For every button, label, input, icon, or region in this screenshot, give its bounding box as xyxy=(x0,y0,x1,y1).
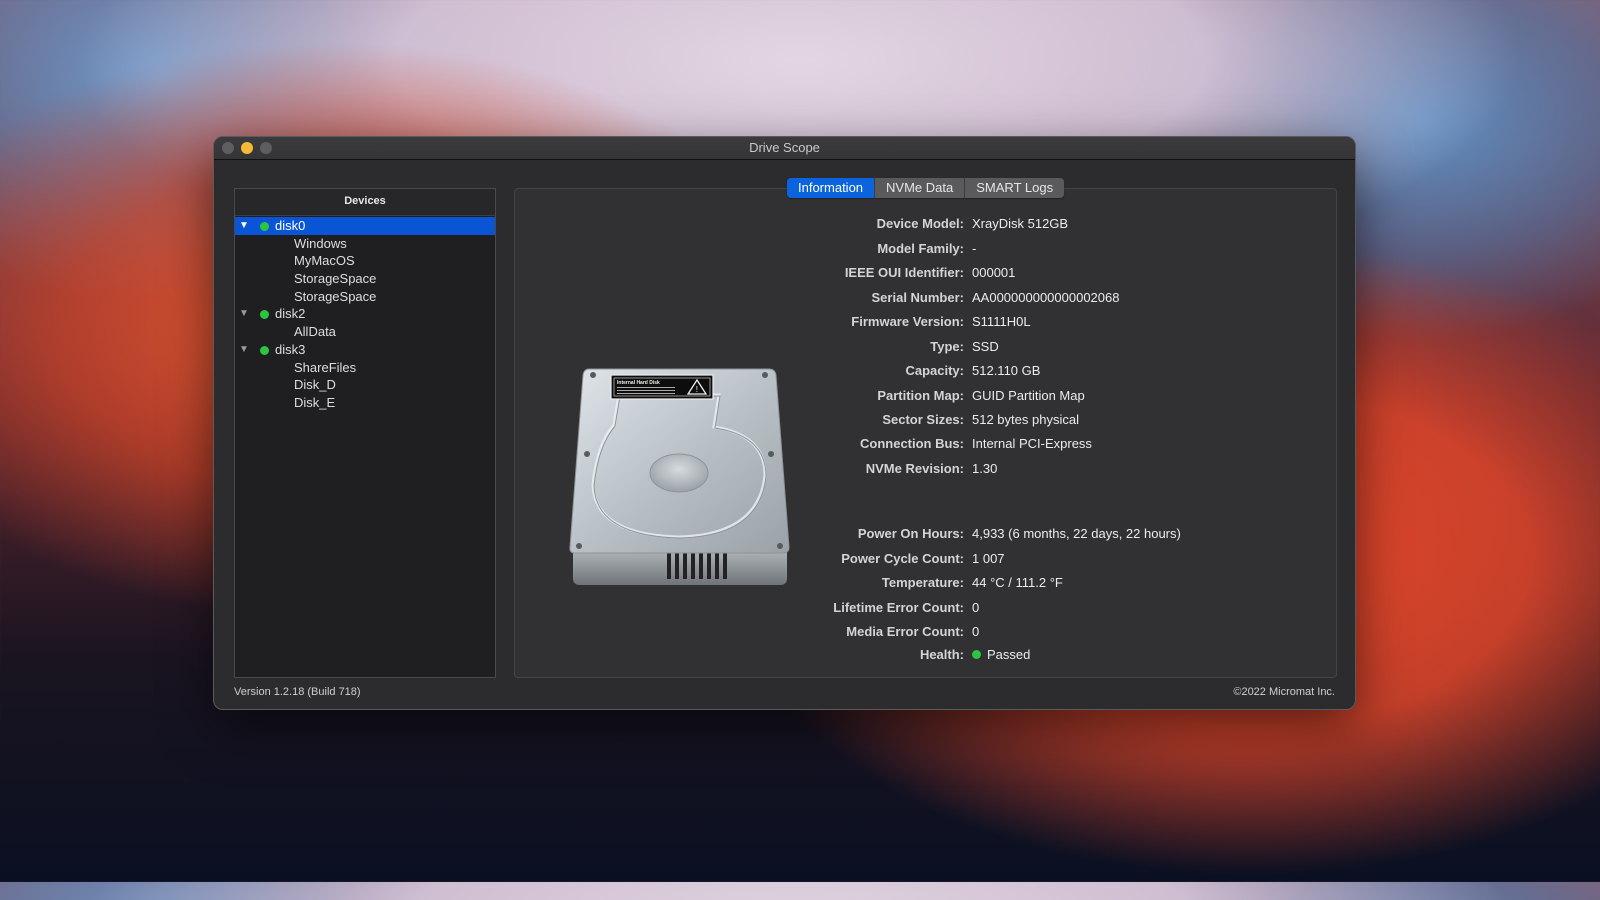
status-dot-icon xyxy=(260,222,269,231)
status-dot-icon xyxy=(260,345,269,355)
window-controls xyxy=(222,142,272,154)
window-title: Drive Scope xyxy=(749,140,820,155)
health-status-icon xyxy=(972,650,981,659)
volume-item-storagespace[interactable]: StorageSpace xyxy=(235,270,495,288)
volume-item-mymacos[interactable]: MyMacOS xyxy=(235,252,495,270)
minimize-window-button[interactable] xyxy=(241,142,253,154)
volume-item-disk-d[interactable]: Disk_D xyxy=(235,376,495,394)
device-item-disk0[interactable]: ▼ disk0 xyxy=(235,217,495,235)
devices-sidebar: Devices ▼ disk0 Windows MyMacOS StorageS… xyxy=(234,188,496,678)
volume-item-sharefiles[interactable]: ShareFiles xyxy=(235,359,495,377)
internal-hard-disk-icon: Internal Hard Disk ! xyxy=(569,368,790,585)
volume-item-storagespace-2[interactable]: StorageSpace xyxy=(235,288,495,306)
device-tree: ▼ disk0 Windows MyMacOS StorageSpace Sto… xyxy=(235,216,495,412)
info-label: Device Model: xyxy=(876,216,964,231)
zoom-window-button[interactable] xyxy=(260,142,272,154)
tab-bar: Information NVMe Data SMART Logs xyxy=(787,178,1065,198)
volume-label: Disk_E xyxy=(294,394,336,410)
status-dot-icon xyxy=(260,310,269,320)
close-window-button[interactable] xyxy=(222,142,234,154)
disclosure-triangle-icon[interactable]: ▼ xyxy=(239,305,249,323)
device-item-disk2[interactable]: ▼ disk2 xyxy=(235,305,495,323)
tab-information[interactable]: Information xyxy=(787,178,876,198)
volume-label: StorageSpace xyxy=(294,271,377,287)
device-item-disk3[interactable]: ▼ disk3 xyxy=(235,341,495,359)
disclosure-triangle-icon[interactable]: ▼ xyxy=(239,217,249,235)
volume-label: Windows xyxy=(294,235,347,251)
device-label: disk3 xyxy=(275,341,306,357)
volume-label: MyMacOS xyxy=(294,253,355,269)
volume-label: Disk_D xyxy=(294,377,336,393)
volume-label: StorageSpace xyxy=(294,288,377,304)
devices-header: Devices xyxy=(235,189,495,216)
volume-label: ShareFiles xyxy=(294,359,357,375)
volume-label: AllData xyxy=(294,324,336,340)
disclosure-triangle-icon[interactable]: ▼ xyxy=(239,341,249,359)
copyright-label: ©2022 Micromat Inc. xyxy=(1233,686,1335,698)
version-label: Version 1.2.18 (Build 718) xyxy=(234,686,361,698)
volume-item-windows[interactable]: Windows xyxy=(235,235,495,253)
device-label: disk2 xyxy=(275,306,306,322)
volume-item-disk-e[interactable]: Disk_E xyxy=(235,394,495,412)
tab-smart-logs[interactable]: SMART Logs xyxy=(965,178,1065,198)
svg-text:!: ! xyxy=(696,385,698,394)
volume-item-alldata[interactable]: AllData xyxy=(235,323,495,341)
tab-nvme-data[interactable]: NVMe Data xyxy=(875,178,966,198)
health-status-text: Passed xyxy=(987,647,1031,662)
drive-label-text: Internal Hard Disk xyxy=(617,380,660,386)
app-window: Drive Scope Devices ▼ disk0 Windows MyMa… xyxy=(213,136,1356,710)
device-label: disk0 xyxy=(275,218,306,233)
title-bar[interactable]: Drive Scope xyxy=(214,137,1355,160)
